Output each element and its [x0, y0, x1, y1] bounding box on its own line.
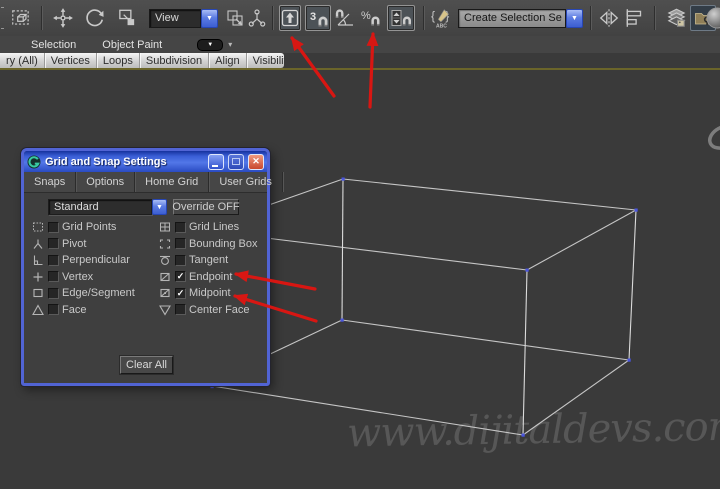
grid-points-icon: [31, 221, 45, 234]
snap-option-row: Vertex: [31, 269, 135, 286]
checkbox[interactable]: [48, 288, 59, 299]
snap-options-right-column: Grid Lines Bounding Box Tangent: [158, 219, 258, 318]
snap-option-label: Pivot: [62, 238, 86, 250]
minimize-button[interactable]: [208, 154, 224, 170]
snap-option-row: Center Face: [158, 302, 258, 319]
app-logo-icon: [27, 155, 41, 169]
snap-option-row: Face: [31, 302, 135, 319]
snap-option-label: Grid Lines: [189, 221, 239, 233]
checkbox[interactable]: [175, 238, 186, 249]
edge-segment-icon: [31, 287, 45, 300]
tab-snaps[interactable]: Snaps: [24, 172, 76, 192]
snap-option-row: Tangent: [158, 252, 258, 269]
center-face-icon: [158, 303, 172, 316]
snap-type-select[interactable]: Standard: [48, 199, 152, 215]
snap-option-row: ✓ Endpoint: [158, 269, 258, 286]
clear-all-button[interactable]: Clear All: [120, 356, 173, 374]
tab-home-grid[interactable]: Home Grid: [135, 172, 209, 192]
snap-option-row: Edge/Segment: [31, 285, 135, 302]
checkbox[interactable]: [48, 304, 59, 315]
snap-option-row: Grid Lines: [158, 219, 258, 236]
face-icon: [31, 303, 45, 316]
dialog-tabs: Snaps Options Home Grid User Grids: [24, 172, 267, 193]
snap-option-label: Center Face: [189, 304, 250, 316]
maximize-button[interactable]: [228, 154, 244, 170]
perpendicular-icon: [31, 254, 45, 267]
checkbox[interactable]: [175, 304, 186, 315]
checkbox[interactable]: ✓: [175, 271, 186, 282]
snap-option-row: Grid Points: [31, 219, 135, 236]
snap-options-left-column: Grid Points Pivot Perpendicular: [31, 219, 135, 318]
checkbox[interactable]: [175, 255, 186, 266]
snap-option-label: Grid Points: [62, 221, 116, 233]
chevron-down-icon[interactable]: ▼: [152, 199, 167, 215]
grid-and-snap-settings-dialog: Grid and Snap Settings ✕ Snaps Options H…: [21, 148, 270, 386]
dialog-title: Grid and Snap Settings: [45, 156, 204, 168]
snap-option-label: Tangent: [189, 254, 228, 266]
snap-option-label: Face: [62, 304, 86, 316]
snap-option-row: Perpendicular: [31, 252, 135, 269]
dialog-titlebar[interactable]: Grid and Snap Settings ✕: [24, 151, 267, 172]
override-off-button[interactable]: Override OFF: [173, 199, 239, 215]
snap-option-row: Pivot: [31, 236, 135, 253]
grid-lines-icon: [158, 221, 172, 234]
checkbox[interactable]: ✓: [175, 288, 186, 299]
snap-option-label: Bounding Box: [189, 238, 258, 250]
snap-option-label: Edge/Segment: [62, 287, 135, 299]
clipped-viewcube-shape: [706, 122, 720, 153]
checkbox[interactable]: [48, 238, 59, 249]
dialog-body: Standard ▼ Override OFF Grid Points Pivo…: [24, 193, 267, 384]
pivot-icon: [31, 237, 45, 250]
checkbox[interactable]: [48, 222, 59, 233]
checkbox[interactable]: [48, 271, 59, 282]
application-window: View ▼ 3: [0, 0, 720, 489]
snap-option-row: ✓ Midpoint: [158, 285, 258, 302]
checkbox[interactable]: [175, 222, 186, 233]
bounding-box-icon: [158, 237, 172, 250]
snap-option-label: Perpendicular: [62, 254, 130, 266]
midpoint-icon: [158, 287, 172, 300]
close-button[interactable]: ✕: [248, 154, 264, 170]
checkbox[interactable]: [48, 255, 59, 266]
tab-user-grids[interactable]: User Grids: [209, 172, 283, 192]
vertex-dots: [211, 178, 638, 437]
snap-option-row: Bounding Box: [158, 236, 258, 253]
vertex-icon: [31, 270, 45, 283]
snap-option-label: Midpoint: [189, 287, 231, 299]
endpoint-icon: [158, 270, 172, 283]
tangent-icon: [158, 254, 172, 267]
tab-options[interactable]: Options: [76, 172, 135, 192]
snap-option-label: Vertex: [62, 271, 93, 283]
snap-option-label: Endpoint: [189, 271, 232, 283]
